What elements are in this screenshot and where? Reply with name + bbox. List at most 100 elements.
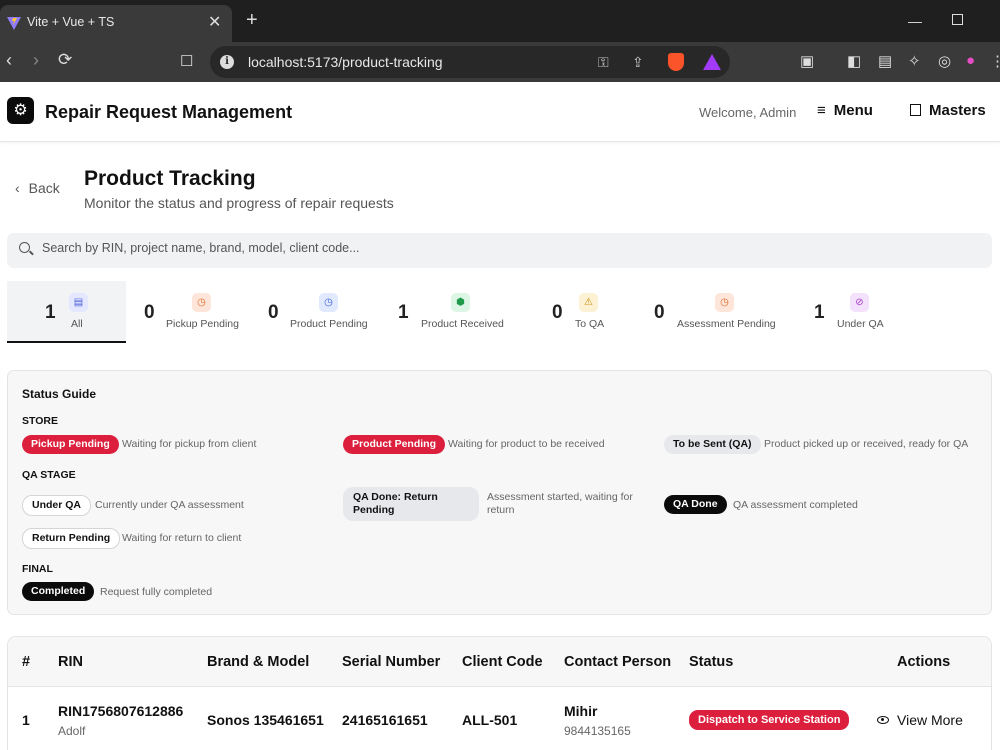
tab-label: Product Pending	[290, 318, 368, 330]
view-more-button[interactable]: View More	[877, 712, 963, 728]
tab-count: 0	[654, 302, 665, 323]
reload-icon[interactable]: ⟳	[58, 50, 72, 70]
requests-table: # RIN Brand & Model Serial Number Client…	[7, 636, 992, 750]
client-code: ALL-501	[462, 712, 518, 728]
tab-assessment-pending[interactable]: 0 ◷ Assessment Pending	[616, 281, 776, 343]
tab-count: 1	[45, 302, 56, 323]
vpn-icon[interactable]: ◎	[938, 52, 951, 70]
tab-label: To QA	[575, 318, 605, 330]
new-tab-button[interactable]: +	[246, 10, 258, 30]
column-header: #	[22, 654, 31, 670]
status-badge: Dispatch to Service Station	[689, 710, 850, 730]
view-more-label: View More	[897, 712, 963, 728]
search-input[interactable]	[42, 241, 942, 255]
serial-number: 24165161651	[342, 712, 428, 728]
page-subtitle: Monitor the status and progress of repai…	[84, 195, 394, 211]
status-guide: Status Guide STORE Pickup Pending Waitin…	[7, 370, 992, 615]
row-number: 1	[22, 712, 30, 728]
contact-phone: 9844135165	[564, 724, 631, 738]
building-icon	[910, 104, 921, 116]
maximize-button[interactable]	[952, 14, 963, 25]
guide-section-qa-stage: QA STAGE	[22, 469, 76, 481]
status-badge: Completed	[22, 582, 95, 601]
app-header: ⚙ Repair Request Management Welcome, Adm…	[0, 82, 1000, 142]
status-description: Product picked up or received, ready for…	[764, 438, 969, 450]
status-badge: QA Done	[664, 495, 727, 514]
search-bar[interactable]	[7, 233, 992, 268]
back-button[interactable]: ‹ Back	[15, 180, 60, 196]
package-icon: ⬢	[451, 293, 470, 312]
tab-label: All	[71, 318, 83, 330]
column-header: Serial Number	[342, 654, 441, 670]
browser-tab[interactable]: Vite + Vue + TS ✕	[0, 5, 232, 42]
clock-icon: ◷	[715, 293, 734, 312]
back-arrow-icon[interactable]: ‹	[6, 50, 12, 71]
browser-tab-bar: Vite + Vue + TS ✕ + —	[0, 0, 1000, 42]
masters-label: Masters	[929, 102, 986, 119]
status-description: Currently under QA assessment	[95, 499, 244, 511]
tab-to-qa[interactable]: 0 ⚠ To QA	[516, 281, 616, 343]
minimize-button[interactable]: —	[908, 13, 922, 29]
tab-product-received[interactable]: 1 ⬢ Product Received	[376, 281, 516, 343]
guide-section-final: FINAL	[22, 563, 53, 575]
status-badge: Pickup Pending	[22, 435, 119, 454]
tab-count: 1	[398, 302, 409, 323]
browser-menu-icon[interactable]: ⋮	[990, 52, 1000, 70]
tab-under-qa[interactable]: 1 ⊘ Under QA	[766, 281, 896, 343]
tab-pickup-pending[interactable]: 0 ◷ Pickup Pending	[126, 281, 246, 343]
sidebar-icon[interactable]: ◧	[847, 52, 861, 70]
clock-icon: ◷	[192, 293, 211, 312]
vite-logo-icon	[7, 17, 21, 30]
warning-icon: ⚠	[579, 293, 598, 312]
column-header: Contact Person	[564, 654, 672, 670]
tab-label: Product Received	[421, 318, 504, 330]
rin-value: RIN1756807612886	[58, 703, 184, 719]
brave-rewards-icon[interactable]	[703, 54, 721, 70]
tab-close-icon[interactable]: ✕	[208, 12, 221, 32]
tab-count: 0	[144, 302, 155, 323]
column-header: Actions	[897, 654, 951, 670]
guide-title: Status Guide	[22, 387, 97, 401]
status-description: Waiting for product to be received	[448, 438, 605, 450]
menu-label: Menu	[833, 102, 873, 119]
status-badge: QA Done: Return Pending	[343, 487, 479, 521]
site-info-icon[interactable]: i	[220, 55, 234, 69]
forward-arrow-icon[interactable]: ›	[33, 50, 39, 71]
hamburger-icon: ≡	[817, 102, 826, 119]
tab-count: 0	[268, 302, 279, 323]
tab-all[interactable]: 1 ▤ All	[7, 281, 126, 343]
rin-sub: Adolf	[58, 724, 86, 738]
search-icon	[19, 242, 30, 253]
bookmark-icon[interactable]: ☐	[180, 52, 193, 70]
address-bar[interactable]: i localhost:5173/product-tracking ⚿ ⇪	[210, 46, 730, 78]
clock-icon: ◷	[319, 293, 338, 312]
profile-icon[interactable]: ●	[966, 52, 975, 69]
column-header: Status	[689, 654, 734, 670]
brand-model: Sonos 135461651	[207, 712, 324, 728]
menu-button[interactable]: ≡ Menu	[817, 102, 873, 119]
tab-count: 1	[814, 302, 825, 323]
status-description: Waiting for return to client	[122, 532, 242, 544]
tab-count: 0	[552, 302, 563, 323]
status-badge: Under QA	[22, 495, 92, 516]
chevron-left-icon: ‹	[15, 180, 20, 196]
tab-title: Vite + Vue + TS	[27, 15, 115, 29]
reader-mode-icon[interactable]: ▣	[800, 52, 814, 70]
document-icon: ▤	[69, 293, 88, 312]
welcome-text: Welcome, Admin	[699, 105, 797, 120]
share-icon[interactable]: ⇪	[632, 54, 644, 71]
brave-shield-icon[interactable]	[668, 53, 684, 71]
tab-product-pending[interactable]: 0 ◷ Product Pending	[246, 281, 376, 343]
leo-ai-icon[interactable]: ✧	[908, 52, 921, 70]
table-header: # RIN Brand & Model Serial Number Client…	[8, 637, 991, 687]
url-text[interactable]: localhost:5173/product-tracking	[248, 54, 443, 70]
column-header: RIN	[58, 654, 83, 670]
masters-button[interactable]: Masters	[910, 102, 986, 119]
guide-section-store: STORE	[22, 415, 58, 427]
wallet-icon[interactable]: ▤	[878, 52, 892, 70]
status-badge: Return Pending	[22, 528, 121, 549]
key-icon[interactable]: ⚿	[598, 54, 609, 71]
status-badge: Product Pending	[343, 435, 445, 454]
status-description: QA assessment completed	[733, 499, 858, 511]
column-header: Brand & Model	[207, 654, 310, 670]
